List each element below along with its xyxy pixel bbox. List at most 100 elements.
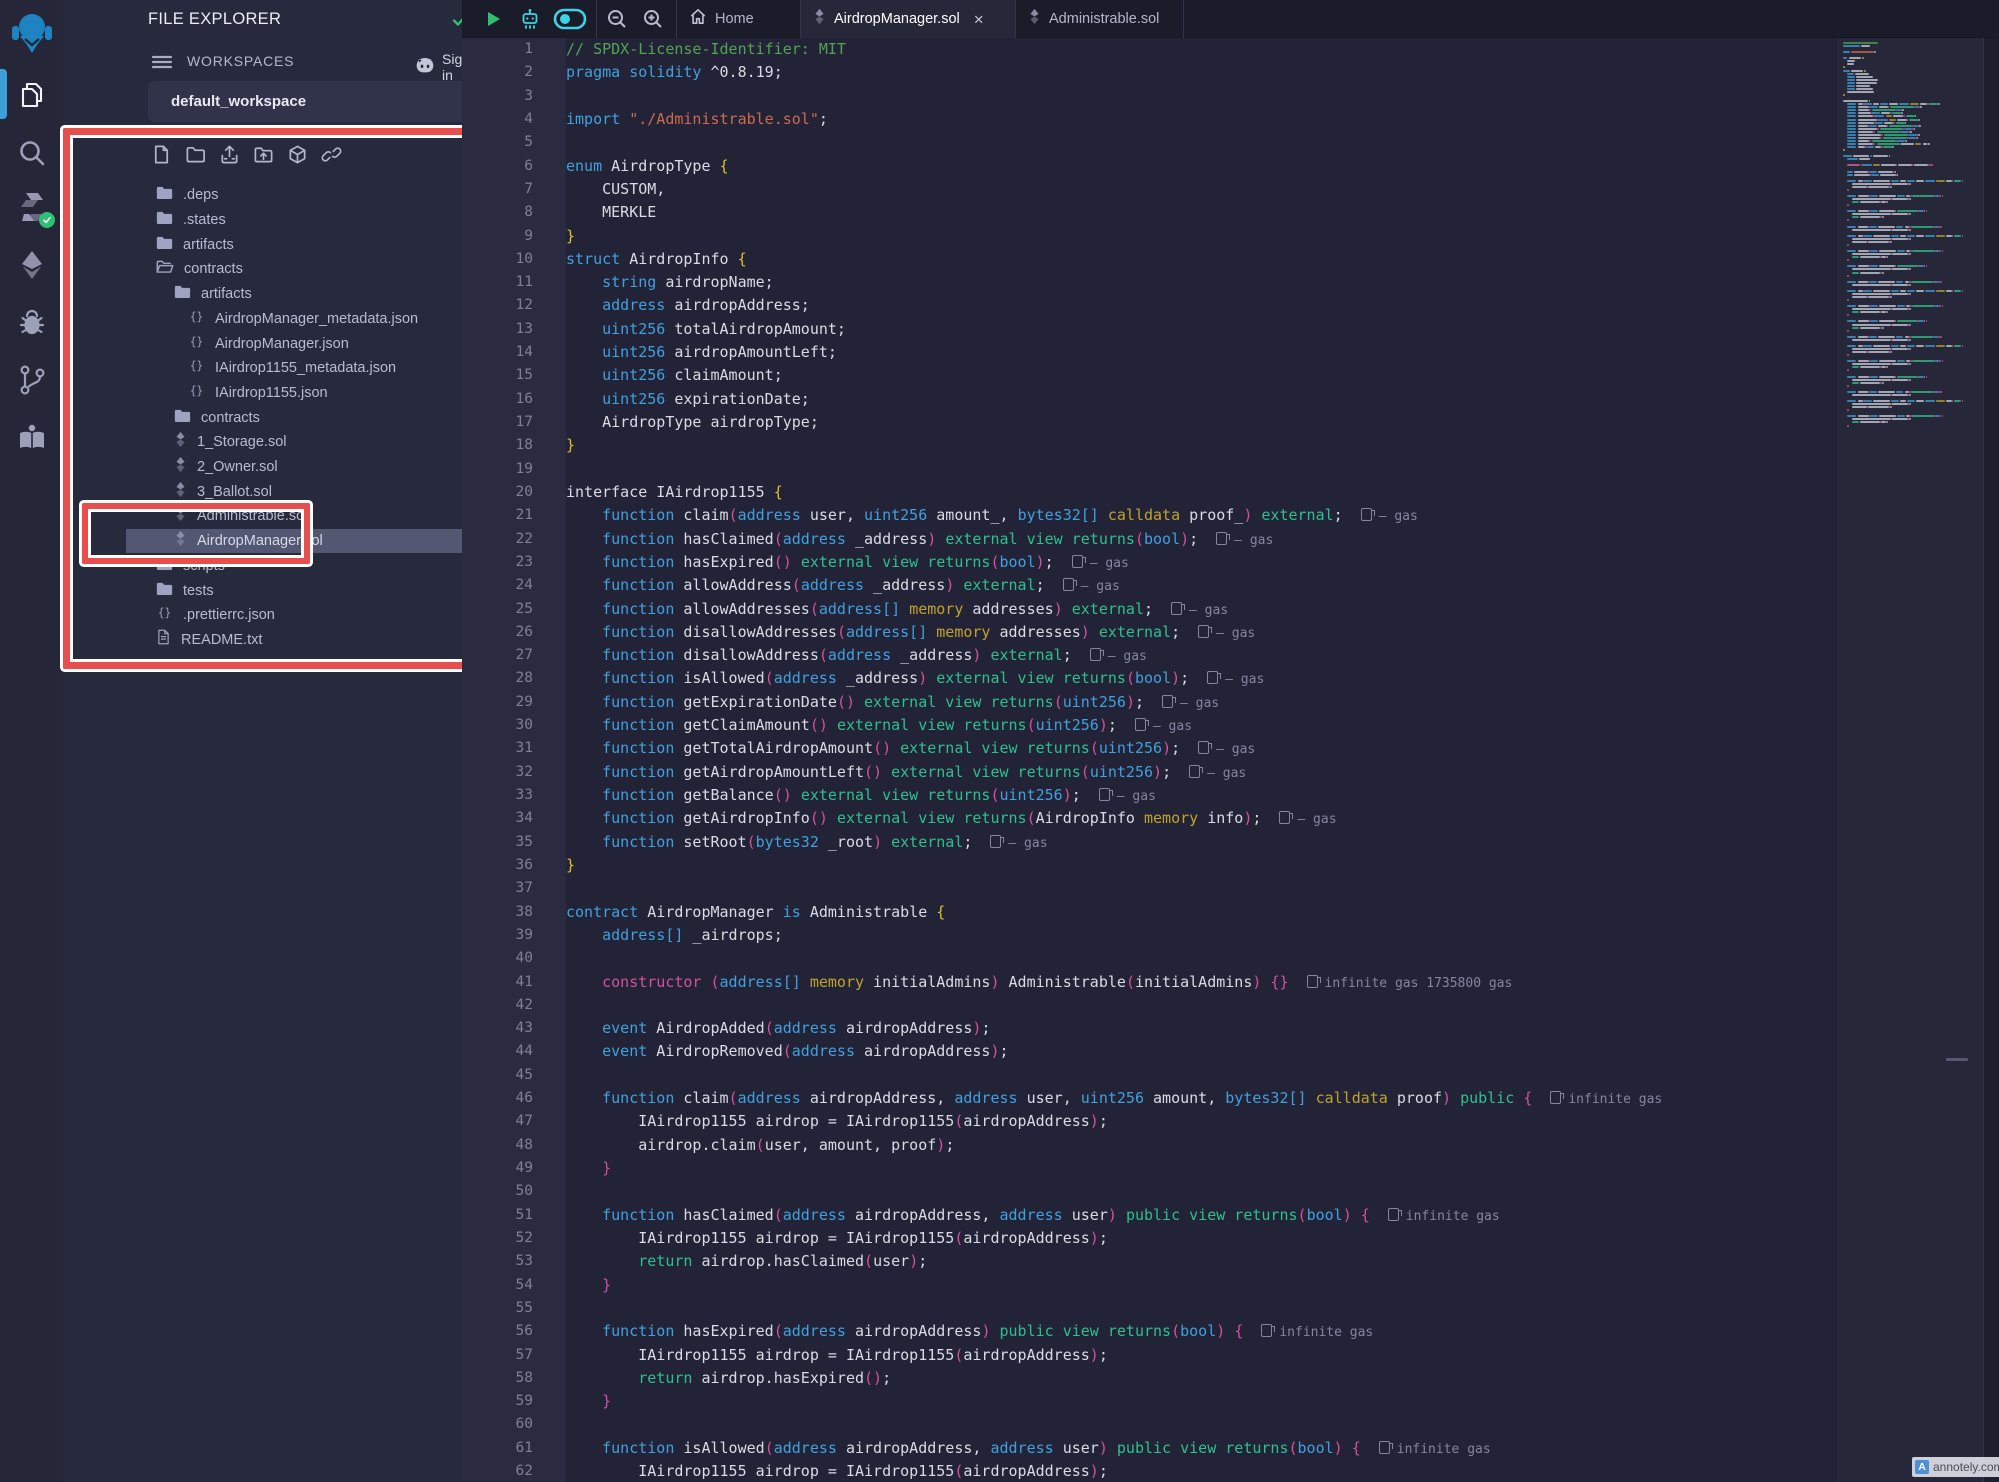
remix-ai-assistant-button[interactable] xyxy=(514,0,546,38)
gas-pump-icon xyxy=(1135,718,1146,731)
icon-rail xyxy=(0,0,63,1482)
code-line-content: address airdropAddress; xyxy=(566,294,810,317)
code-line-content: constructor (address[] memory initialAdm… xyxy=(566,971,1512,994)
line-number: 14 xyxy=(462,341,566,364)
debugger-icon[interactable] xyxy=(0,300,63,346)
upload-folder-icon[interactable] xyxy=(253,144,274,170)
code-line-15: 15 uint256 claimAmount; xyxy=(462,364,1837,387)
tree-item-label: IAirdrop1155.json xyxy=(215,385,328,401)
code-line-content: function getAirdropInfo() external view … xyxy=(566,807,1337,830)
code-line-content: address[] _airdrops; xyxy=(566,924,783,947)
folder-icon xyxy=(156,556,173,576)
plugin-book-icon[interactable] xyxy=(0,415,63,461)
publish-ipfs-icon[interactable] xyxy=(287,144,308,170)
close-tab-icon[interactable]: × xyxy=(974,11,984,28)
line-number: 1 xyxy=(462,38,566,61)
editor-scrollbar[interactable] xyxy=(1983,38,1999,1482)
code-line-31: 31 function getTotalAirdropAmount() exte… xyxy=(462,737,1837,760)
line-number: 3 xyxy=(462,85,566,108)
json-icon: {} xyxy=(188,334,205,354)
tab-divider xyxy=(1183,0,1184,38)
code-line-34: 34 function getAirdropInfo() external vi… xyxy=(462,807,1837,830)
line-number: 34 xyxy=(462,807,566,830)
code-editor[interactable]: 1// SPDX-License-Identifier: MIT2pragma … xyxy=(462,38,1837,1482)
line-number: 42 xyxy=(462,994,566,1017)
deploy-run-icon[interactable] xyxy=(0,242,63,288)
line-number: 15 xyxy=(462,364,566,387)
line-number: 32 xyxy=(462,761,566,784)
workspace-select[interactable]: default_workspace xyxy=(148,81,504,122)
sol-icon xyxy=(174,505,187,527)
code-line-content: function isAllowed(address airdropAddres… xyxy=(566,1437,1491,1460)
solidity-file-icon xyxy=(1028,8,1041,30)
remix-logo-icon[interactable] xyxy=(0,10,63,56)
ai-copilot-toggle[interactable] xyxy=(550,0,590,38)
code-line-content: uint256 claimAmount; xyxy=(566,364,783,387)
line-number: 33 xyxy=(462,784,566,807)
line-number: 54 xyxy=(462,1274,566,1297)
line-number: 16 xyxy=(462,388,566,411)
solidity-compiler-icon[interactable] xyxy=(0,184,63,230)
code-line-13: 13 uint256 totalAirdropAmount; xyxy=(462,318,1837,341)
tab-home[interactable]: Home xyxy=(677,0,800,38)
line-number: 13 xyxy=(462,318,566,341)
tab-label: AirdropManager.sol xyxy=(834,11,960,27)
json-icon: {} xyxy=(188,358,205,378)
sol-icon xyxy=(174,530,187,552)
folder-icon xyxy=(174,408,191,428)
code-line-41: 41 constructor (address[] memory initial… xyxy=(462,971,1837,994)
toolbar-divider xyxy=(596,0,597,38)
zoom-out-button[interactable] xyxy=(600,0,634,38)
code-line-2: 2pragma solidity ^0.8.19; xyxy=(462,61,1837,84)
tab-airdropmanager-sol[interactable]: AirdropManager.sol × xyxy=(801,0,1015,38)
code-line-content: function getAirdropAmountLeft() external… xyxy=(566,761,1246,784)
gas-pump-icon xyxy=(1361,508,1372,521)
tree-item-label: tests xyxy=(183,583,214,599)
tab-administrable-sol[interactable]: Administrable.sol xyxy=(1016,0,1183,38)
line-number: 45 xyxy=(462,1064,566,1087)
line-number: 6 xyxy=(462,155,566,178)
json-icon: {} xyxy=(188,309,205,329)
code-line-45: 45 xyxy=(462,1064,1837,1087)
run-script-button[interactable] xyxy=(478,0,508,38)
new-folder-icon[interactable] xyxy=(185,144,206,170)
code-line-30: 30 function getClaimAmount() external vi… xyxy=(462,714,1837,737)
code-line-53: 53 return airdrop.hasClaimed(user); xyxy=(462,1250,1837,1273)
code-line-content: function getClaimAmount() external view … xyxy=(566,714,1192,737)
line-number: 29 xyxy=(462,691,566,714)
code-line-9: 9} xyxy=(462,225,1837,248)
code-line-47: 47 IAirdrop1155 airdrop = IAirdrop1155(a… xyxy=(462,1110,1837,1133)
tree-item-label: artifacts xyxy=(183,237,234,253)
upload-file-icon[interactable] xyxy=(219,144,240,170)
code-line-55: 55 xyxy=(462,1297,1837,1320)
code-line-content: IAirdrop1155 airdrop = IAirdrop1155(aird… xyxy=(566,1110,1108,1133)
folder-icon xyxy=(156,235,173,255)
hamburger-menu-icon[interactable] xyxy=(151,53,173,76)
line-number: 39 xyxy=(462,924,566,947)
code-line-content: event AirdropRemoved(address airdropAddr… xyxy=(566,1040,1009,1063)
editor-minimap[interactable] xyxy=(1837,38,1983,1482)
zoom-in-button[interactable] xyxy=(636,0,670,38)
code-line-7: 7 CUSTOM, xyxy=(462,178,1837,201)
search-icon[interactable] xyxy=(0,130,63,176)
tree-item-label: 3_Ballot.sol xyxy=(197,484,272,500)
publish-gist-icon[interactable] xyxy=(321,144,342,170)
gas-pump-icon xyxy=(1063,578,1074,591)
line-number: 49 xyxy=(462,1157,566,1180)
git-icon[interactable] xyxy=(0,357,63,403)
svg-text:{}: {} xyxy=(158,607,171,620)
svg-text:{}: {} xyxy=(190,310,203,323)
new-file-icon[interactable] xyxy=(151,144,172,170)
line-number: 35 xyxy=(462,831,566,854)
line-number: 18 xyxy=(462,434,566,457)
gas-pump-icon xyxy=(1388,1208,1399,1221)
sol-icon xyxy=(174,481,187,503)
line-number: 4 xyxy=(462,108,566,131)
code-line-42: 42 xyxy=(462,994,1837,1017)
file-explorer-icon[interactable] xyxy=(0,72,63,118)
line-number: 5 xyxy=(462,131,566,154)
gas-pump-icon xyxy=(1379,1441,1390,1454)
json-icon: {} xyxy=(188,383,205,403)
line-number: 21 xyxy=(462,504,566,527)
code-line-content: uint256 totalAirdropAmount; xyxy=(566,318,846,341)
